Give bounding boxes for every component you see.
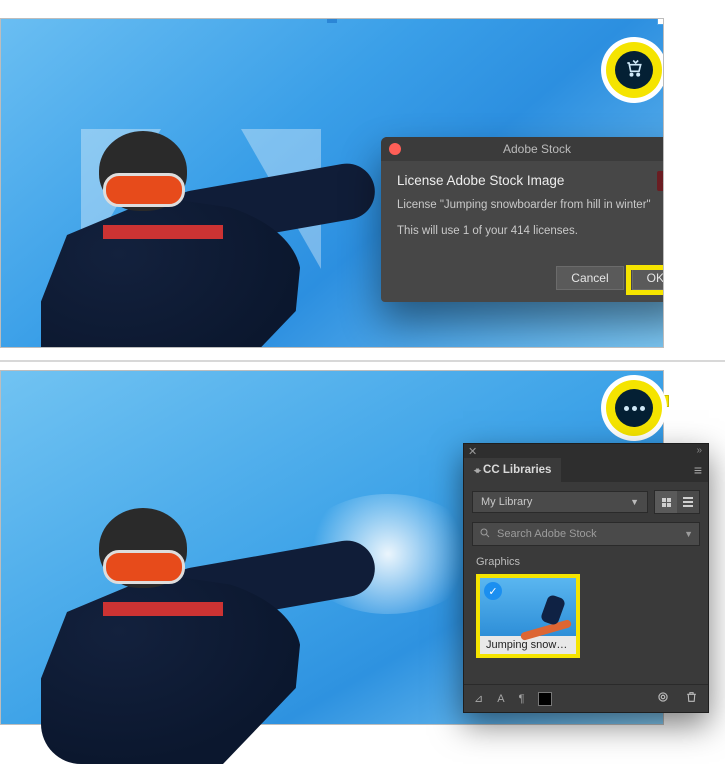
sync-icon: ◂▸ [474,465,479,476]
cc-libraries-panel: ✕ » ◂▸ CC Libraries ≡ My Library ▼ [463,443,709,713]
panel-close-icon[interactable]: ✕ [468,445,477,458]
search-icon [479,527,491,542]
character-style-icon[interactable]: A [497,693,504,705]
tab-cc-libraries[interactable]: ◂▸ CC Libraries [464,458,561,482]
search-placeholder-text: Search Adobe Stock [497,528,597,540]
list-icon [683,497,693,507]
section-graphics-label: Graphics [464,546,708,572]
library-dropdown[interactable]: My Library ▼ [472,491,648,513]
dialog-title: Adobe Stock [503,142,571,156]
ok-button[interactable]: OK [632,266,664,290]
selection-handle-top[interactable] [327,18,337,23]
asset-thumbnail-highlight: ✓ Jumping snowb… [476,574,580,658]
cart-icon [624,58,644,83]
dialog-line-2: This will use 1 of your 414 licenses. [397,222,664,240]
dialog-heading: License Adobe Stock Image [397,173,664,188]
stock-badge: St [657,171,664,191]
license-cart-button[interactable] [615,51,653,89]
list-view-button[interactable] [677,491,699,513]
scene-separator [0,360,725,362]
more-options-button[interactable] [615,389,653,427]
more-options-highlight [601,375,667,441]
close-traffic-light[interactable] [389,143,401,155]
color-swatch-icon[interactable] [538,692,552,706]
license-cart-highlight [601,37,664,103]
grid-view-button[interactable] [655,491,677,513]
panel-collapse-icon[interactable]: » [696,445,702,456]
paragraph-style-icon[interactable]: ¶ [519,693,525,705]
search-input[interactable]: Search Adobe Stock ▼ [472,522,700,546]
asset-thumbnail[interactable]: ✓ [480,578,576,636]
snowboarder-image [41,117,361,348]
canvas-bottom: ✕ » ◂▸ CC Libraries ≡ My Library ▼ [0,370,664,725]
license-dialog: Adobe Stock St License Adobe Stock Image… [381,137,664,302]
licensed-check-badge: ✓ [484,582,502,600]
more-icon [624,406,645,411]
dialog-line-1: License "Jumping snowboarder from hill i… [397,196,664,214]
grid-icon [662,498,671,507]
library-dropdown-value: My Library [481,496,532,508]
chevron-down-icon: ▼ [684,529,693,539]
add-text-style-icon[interactable]: ⊿ [474,692,483,705]
chevron-down-icon: ▼ [630,497,639,507]
thumbnail-preview [522,596,568,632]
panel-menu-icon[interactable]: ≡ [694,462,702,478]
canvas-top: Ad Adobe Stock St License Adobe Stock Im… [0,18,664,348]
trash-icon[interactable] [685,690,698,707]
cancel-button[interactable]: Cancel [556,266,623,290]
tab-label: CC Libraries [483,464,551,476]
dialog-titlebar[interactable]: Adobe Stock [381,137,664,161]
snowboarder-image [41,494,361,754]
cloud-icon[interactable] [655,690,671,707]
